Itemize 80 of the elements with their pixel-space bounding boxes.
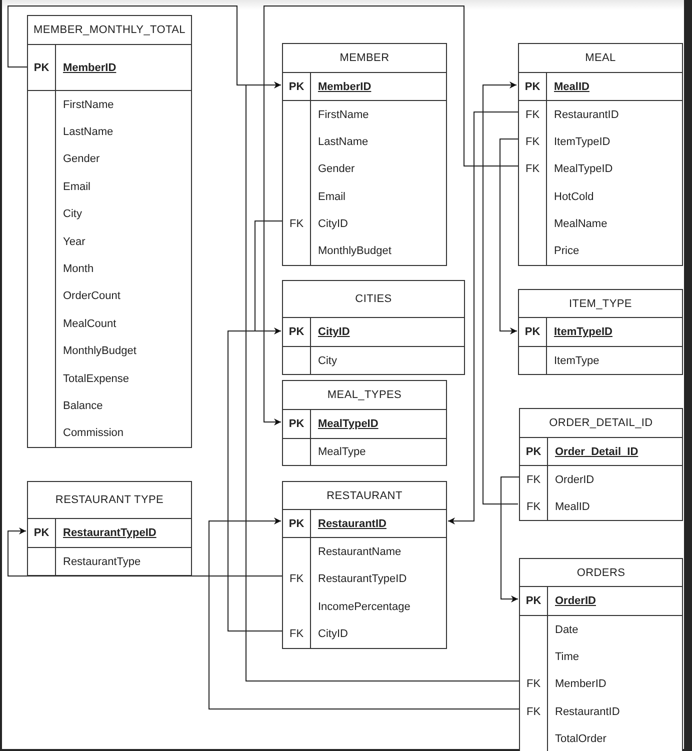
key-label: FK — [526, 706, 541, 718]
table-title: RESTAURANT TYPE — [28, 482, 191, 519]
field-name: RestaurantTypeID — [318, 573, 407, 586]
key-label: FK — [526, 474, 541, 486]
field-name: IncomePercentage — [318, 600, 410, 613]
field-name: RestaurantID — [318, 518, 386, 530]
field-name: MealID — [555, 500, 590, 512]
field-name: Balance — [63, 400, 103, 412]
field-name: MealID — [554, 80, 590, 92]
key-label: FK — [289, 628, 304, 640]
field-name: HotCold — [554, 190, 594, 203]
field-name: RestaurantTypeID — [63, 527, 156, 539]
field-name: MealName — [554, 218, 608, 230]
table-title: MEAL — [519, 44, 682, 73]
field-name: FirstName — [318, 108, 369, 121]
field-name: ItemTypeID — [554, 136, 610, 148]
field-name: City — [63, 208, 82, 220]
key-label: FK — [526, 678, 541, 690]
key-label: PK — [34, 62, 50, 74]
field-name: LastName — [63, 126, 114, 138]
table-title: ORDERS — [520, 559, 682, 587]
field-name: Email — [63, 180, 91, 193]
field-name: MealTypeID — [318, 418, 378, 430]
field-name: MonthlyBudget — [318, 245, 392, 258]
key-label: PK — [288, 326, 304, 338]
field-name: OrderID — [555, 595, 596, 607]
field-name: RestaurantID — [554, 108, 619, 121]
field-name: TotalExpense — [63, 372, 130, 385]
field-name: RestaurantID — [555, 706, 620, 718]
key-label: PK — [288, 418, 304, 430]
field-name: TotalOrder — [555, 733, 606, 746]
field-name: MemberID — [63, 62, 116, 74]
field-name: Gender — [63, 153, 100, 166]
field-name: Email — [318, 190, 346, 203]
table-title: ITEM_TYPE — [519, 290, 682, 318]
field-name: Year — [63, 236, 86, 248]
key-label: PK — [34, 527, 50, 539]
table-title: MEMBER_MONTHLY_TOTAL — [28, 16, 191, 45]
field-name: MonthlyBudget — [63, 345, 136, 358]
field-name: MealCount — [63, 318, 116, 330]
key-label: FK — [289, 218, 304, 230]
field-name: Price — [554, 245, 580, 258]
field-name: MemberID — [318, 80, 372, 92]
key-label: PK — [288, 80, 304, 92]
field-name: FirstName — [63, 98, 114, 111]
field-name: MealType — [318, 446, 366, 458]
field-name: Month — [63, 263, 94, 276]
field-name: CityID — [318, 326, 350, 338]
table-title: RESTAURANT — [283, 482, 446, 510]
field-name: RestaurantName — [318, 546, 402, 558]
field-name: ItemTypeID — [554, 326, 612, 338]
field-name: MemberID — [555, 678, 606, 690]
field-name: Time — [555, 651, 580, 664]
key-label: PK — [524, 80, 540, 92]
table-title: ORDER_DETAIL_ID — [520, 409, 682, 438]
field-name: ItemType — [554, 354, 600, 366]
key-label: PK — [526, 595, 542, 607]
field-name: Order_Detail_ID — [555, 446, 638, 458]
field-name: OrderID — [555, 474, 594, 486]
field-name: Date — [555, 624, 578, 636]
field-name: City — [318, 354, 337, 366]
field-name: Commission — [63, 427, 124, 440]
table-title: CITIES — [283, 281, 464, 318]
key-label: FK — [289, 573, 304, 586]
table-title: MEAL_TYPES — [283, 381, 446, 410]
field-name: MealTypeID — [554, 163, 613, 176]
field-name: OrderCount — [63, 290, 120, 302]
field-name: RestaurantType — [63, 556, 141, 568]
key-label: PK — [524, 326, 540, 338]
key-label: PK — [288, 518, 304, 530]
field-name: CityID — [318, 628, 348, 640]
key-label: FK — [525, 163, 540, 176]
key-label: PK — [526, 446, 542, 458]
table-title: MEMBER — [283, 44, 446, 73]
field-name: LastName — [318, 136, 368, 148]
key-label: FK — [526, 500, 541, 512]
key-label: FK — [525, 136, 540, 148]
key-label: FK — [525, 108, 540, 121]
field-name: CityID — [318, 218, 348, 230]
field-name: Gender — [318, 163, 355, 176]
